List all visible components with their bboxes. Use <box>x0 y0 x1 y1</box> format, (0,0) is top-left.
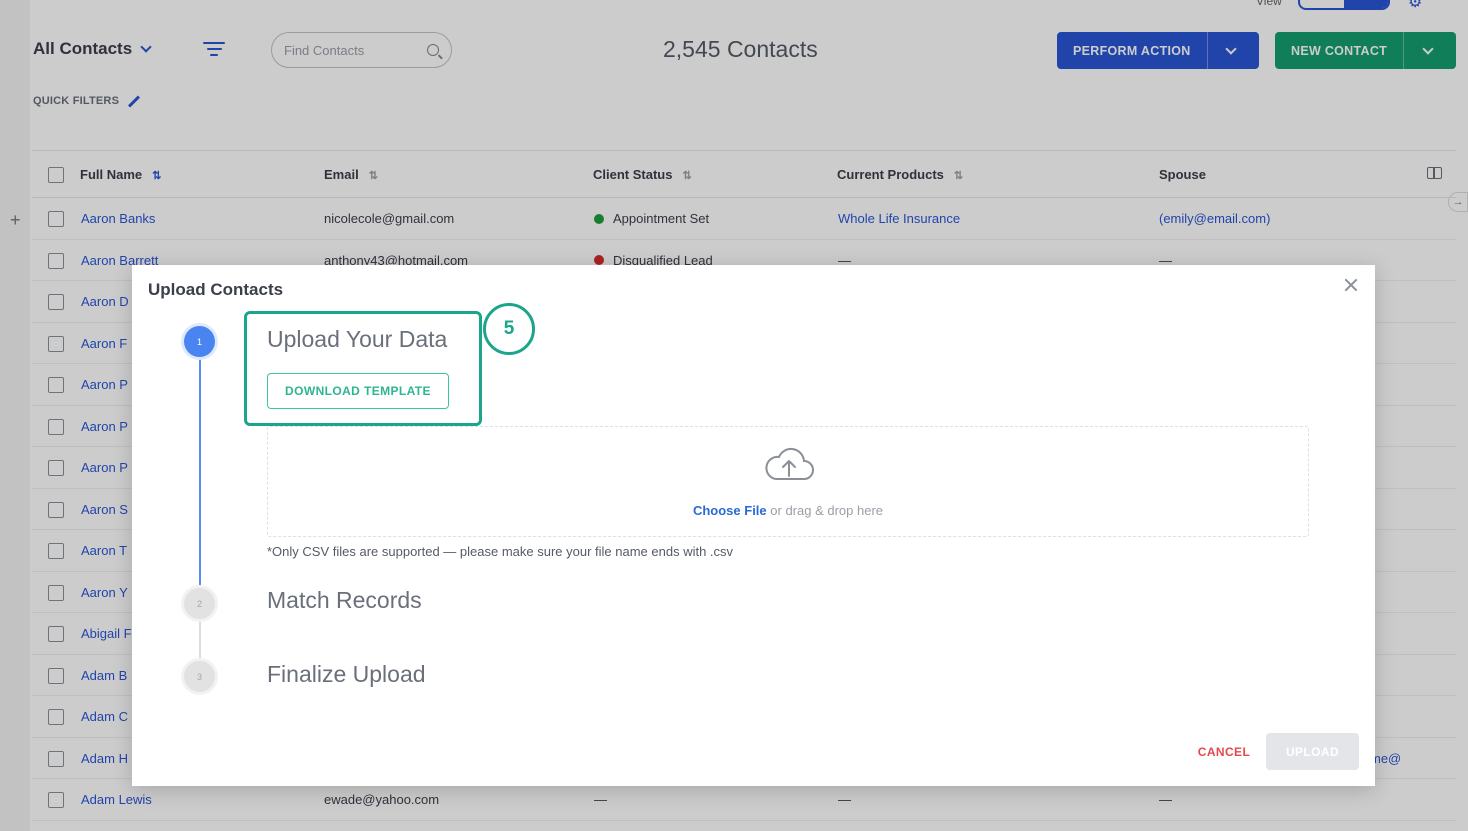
modal-title: Upload Contacts <box>148 280 284 299</box>
step-connector-pending <box>199 620 201 665</box>
cloud-upload-icon <box>765 447 814 480</box>
csv-note: *Only CSV files are supported — please m… <box>267 544 734 559</box>
upload-button[interactable]: UPLOAD <box>1266 733 1359 770</box>
step-title-finalize-upload: Finalize Upload <box>267 661 426 687</box>
download-template-button[interactable]: DOWNLOAD TEMPLATE <box>267 373 449 409</box>
close-icon[interactable] <box>1341 275 1361 295</box>
callout-number-badge: 5 <box>483 303 535 355</box>
step-indicator-2: 2 <box>184 588 215 619</box>
step-connector-active <box>199 355 201 590</box>
choose-file-link[interactable]: Choose File <box>693 503 767 518</box>
cancel-button[interactable]: CANCEL <box>1187 734 1261 770</box>
step-indicator-1: 1 <box>184 326 215 357</box>
step-indicator-3: 3 <box>184 661 215 692</box>
upload-contacts-modal: Upload Contacts 1 2 3 Upload Your Data M… <box>132 265 1375 786</box>
dropzone-text: Choose File or drag & drop here <box>268 503 1308 518</box>
step-title-match-records: Match Records <box>267 587 422 613</box>
drag-drop-text: or drag & drop here <box>766 503 884 518</box>
file-dropzone[interactable]: Choose File or drag & drop here <box>267 426 1309 537</box>
